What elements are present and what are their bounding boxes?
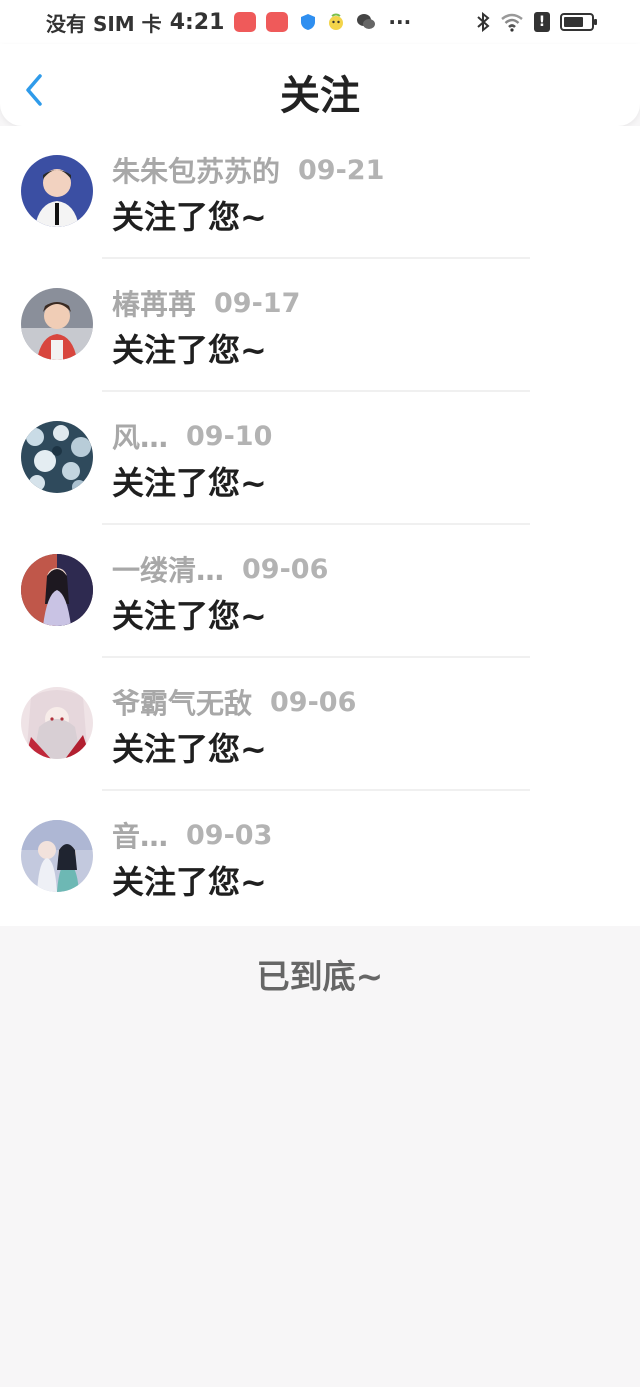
- status-left: 没有 SIM 卡 4:21 ···: [46, 8, 411, 37]
- item-message: 关注了您~: [112, 597, 267, 635]
- user-name[interactable]: 风…: [112, 416, 168, 456]
- wechat-icon: [357, 14, 376, 29]
- item-date: 09-06: [270, 686, 357, 718]
- item-message: 关注了您~: [112, 464, 267, 502]
- user-name[interactable]: 音…: [112, 815, 168, 855]
- user-name[interactable]: 朱朱包苏苏的: [112, 150, 280, 190]
- avatar[interactable]: [21, 554, 93, 626]
- user-name[interactable]: 椿苒苒: [112, 283, 196, 323]
- item-date: 09-17: [214, 287, 301, 319]
- item-date: 09-03: [186, 819, 273, 851]
- alert-icon: !: [534, 12, 550, 32]
- item-date: 09-10: [186, 420, 273, 452]
- avatar[interactable]: [21, 820, 93, 892]
- status-right: !: [476, 0, 597, 44]
- avatar[interactable]: [21, 288, 93, 360]
- item-message: 关注了您~: [112, 198, 267, 236]
- status-bar: 没有 SIM 卡 4:21 ··· !: [0, 0, 640, 44]
- battery-level: [564, 17, 583, 27]
- status-time: 4:21: [169, 9, 225, 35]
- item-message: 关注了您~: [112, 730, 267, 768]
- item-message: 关注了您~: [112, 331, 267, 369]
- item-meta: 朱朱包苏苏的 09-21: [112, 150, 385, 190]
- user-name[interactable]: 一缕清…: [112, 549, 224, 589]
- page-title: 关注: [280, 73, 360, 119]
- list-item[interactable]: 爷霸气无敌 09-06 关注了您~: [0, 658, 640, 791]
- shield-icon: [301, 14, 316, 30]
- list-item[interactable]: 朱朱包苏苏的 09-21 关注了您~: [0, 126, 640, 259]
- list-item[interactable]: 音… 09-03 关注了您~: [0, 791, 640, 924]
- battery-icon: [560, 13, 597, 31]
- item-meta: 音… 09-03: [112, 815, 273, 855]
- avatar[interactable]: [21, 687, 93, 759]
- bluetooth-icon: [477, 12, 490, 32]
- carrier-label: 没有 SIM 卡: [46, 11, 162, 36]
- list-item[interactable]: 一缕清… 09-06 关注了您~: [0, 525, 640, 658]
- follow-notification-list: 朱朱包苏苏的 09-21 关注了您~ 椿苒苒 09-17 关注了您~ 风… 09…: [0, 126, 640, 926]
- header: 关注: [0, 44, 640, 126]
- wifi-icon: [501, 13, 523, 32]
- list-item[interactable]: 椿苒苒 09-17 关注了您~: [0, 259, 640, 392]
- shopping-app-icon-2: [266, 12, 289, 32]
- item-date: 09-06: [242, 553, 329, 585]
- avatar[interactable]: [21, 155, 93, 227]
- item-meta: 椿苒苒 09-17: [112, 283, 301, 323]
- emoji-app-icon: [329, 13, 344, 30]
- shopping-app-icon: [234, 12, 257, 32]
- end-of-list-label: 已到底~: [256, 957, 384, 996]
- item-meta: 风… 09-10: [112, 416, 273, 456]
- item-meta: 一缕清… 09-06: [112, 549, 329, 589]
- user-name[interactable]: 爷霸气无敌: [112, 682, 252, 722]
- item-message: 关注了您~: [112, 863, 267, 901]
- avatar[interactable]: [21, 421, 93, 493]
- more-notifications-icon: ···: [388, 10, 412, 34]
- item-date: 09-21: [298, 154, 385, 186]
- item-meta: 爷霸气无敌 09-06: [112, 682, 357, 722]
- list-item[interactable]: 风… 09-10 关注了您~: [0, 392, 640, 525]
